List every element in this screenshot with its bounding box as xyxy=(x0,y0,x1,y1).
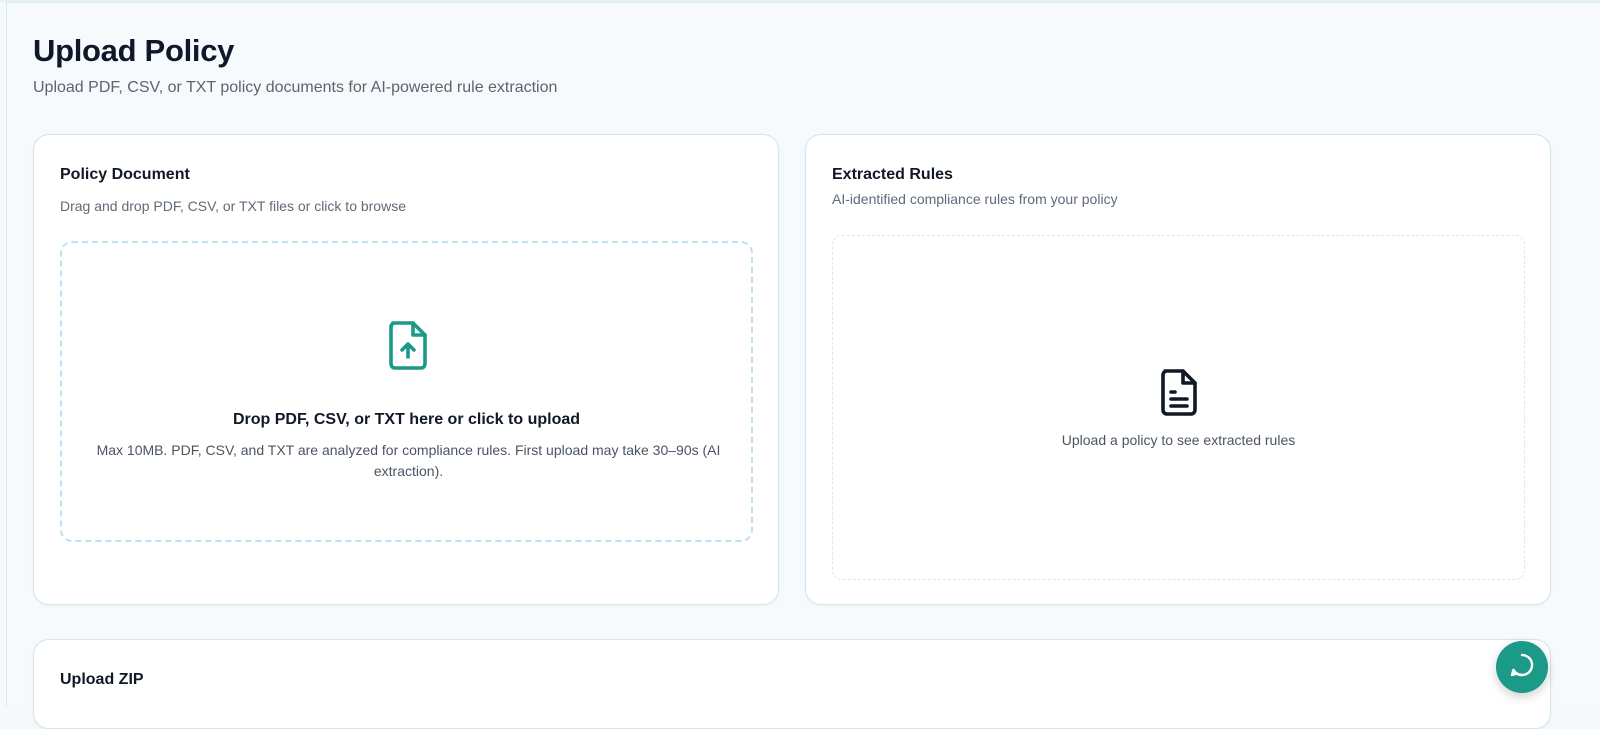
policy-document-card: Policy Document Drag and drop PDF, CSV, … xyxy=(33,134,779,605)
file-upload-icon xyxy=(387,320,429,370)
chat-button[interactable] xyxy=(1496,641,1548,693)
main-content: Upload Policy Upload PDF, CSV, or TXT po… xyxy=(6,2,1600,729)
page-title: Upload Policy xyxy=(33,33,235,68)
file-dropzone[interactable]: Drop PDF, CSV, or TXT here or click to u… xyxy=(60,241,753,542)
dropzone-note: Max 10MB. PDF, CSV, and TXT are analyzed… xyxy=(96,442,721,479)
document-text-icon xyxy=(1159,368,1199,416)
extracted-rules-card: Extracted Rules AI-identified compliance… xyxy=(805,134,1551,605)
extracted-rules-empty-text: Upload a policy to see extracted rules xyxy=(1061,432,1296,448)
extracted-rules-description: AI-identified compliance rules from your… xyxy=(832,191,1118,207)
chat-bubble-icon xyxy=(1509,652,1535,683)
extracted-rules-empty-state: Upload a policy to see extracted rules xyxy=(832,235,1525,580)
page-subtitle: Upload PDF, CSV, or TXT policy documents… xyxy=(33,79,558,96)
policy-document-title: Policy Document xyxy=(60,166,190,183)
policy-document-description: Drag and drop PDF, CSV, or TXT files or … xyxy=(60,198,406,214)
dropzone-title: Drop PDF, CSV, or TXT here or click to u… xyxy=(232,411,581,428)
upload-zip-title: Upload ZIP xyxy=(60,671,144,688)
upload-zip-card: Upload ZIP xyxy=(33,639,1551,729)
extracted-rules-title: Extracted Rules xyxy=(832,166,953,183)
